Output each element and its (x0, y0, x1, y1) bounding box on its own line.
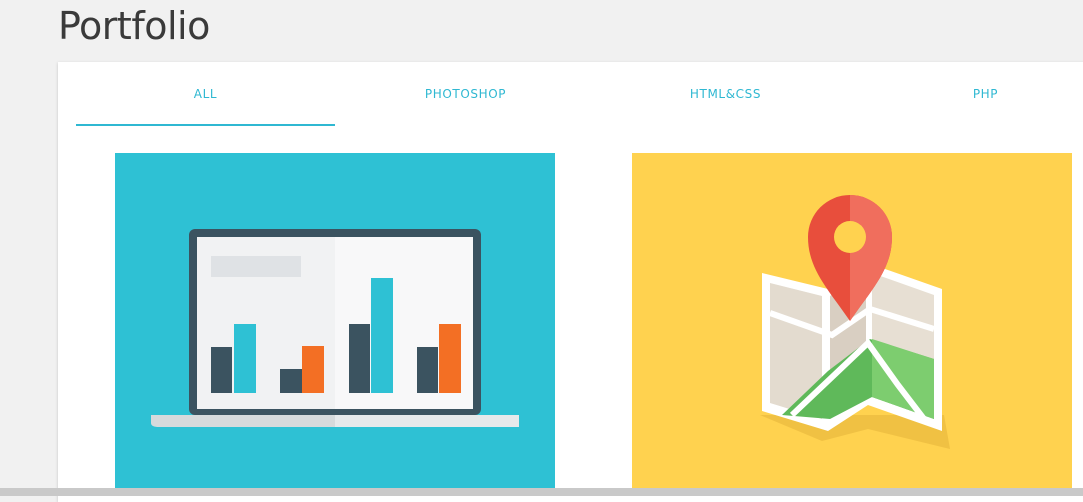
tab-photoshop-label: PHOTOSHOP (424, 87, 507, 101)
chart-bar (439, 324, 461, 393)
chart-bar (371, 278, 393, 393)
portfolio-tabs: ALL PHOTOSHOP HTML&CSS PHP (76, 62, 1083, 126)
chart-bar (349, 324, 370, 393)
laptop-header-bar (211, 256, 301, 277)
laptop-chart-icon (115, 153, 555, 493)
tab-html-css[interactable]: HTML&CSS (596, 62, 855, 126)
map-pin-hole (834, 221, 866, 253)
tab-php-label: PHP (972, 87, 999, 101)
portfolio-card-laptop[interactable] (115, 153, 555, 493)
page-title: Portfolio (58, 4, 210, 48)
chart-bar (211, 347, 232, 393)
tab-photoshop[interactable]: PHOTOSHOP (336, 62, 595, 126)
tab-php[interactable]: PHP (856, 62, 1083, 126)
bottom-scroll-edge (0, 488, 1083, 496)
map-pin-icon (632, 153, 1072, 493)
chart-bar (280, 369, 302, 393)
chart-bar (234, 324, 256, 393)
tab-all-label: ALL (193, 87, 218, 101)
chart-bar (417, 347, 438, 393)
tab-html-css-label: HTML&CSS (689, 87, 762, 101)
portfolio-panel: ALL PHOTOSHOP HTML&CSS PHP (58, 62, 1083, 502)
laptop-base-shade (335, 415, 519, 427)
portfolio-card-map[interactable] (632, 153, 1072, 493)
chart-bar (302, 346, 324, 393)
tab-all[interactable]: ALL (76, 62, 335, 126)
